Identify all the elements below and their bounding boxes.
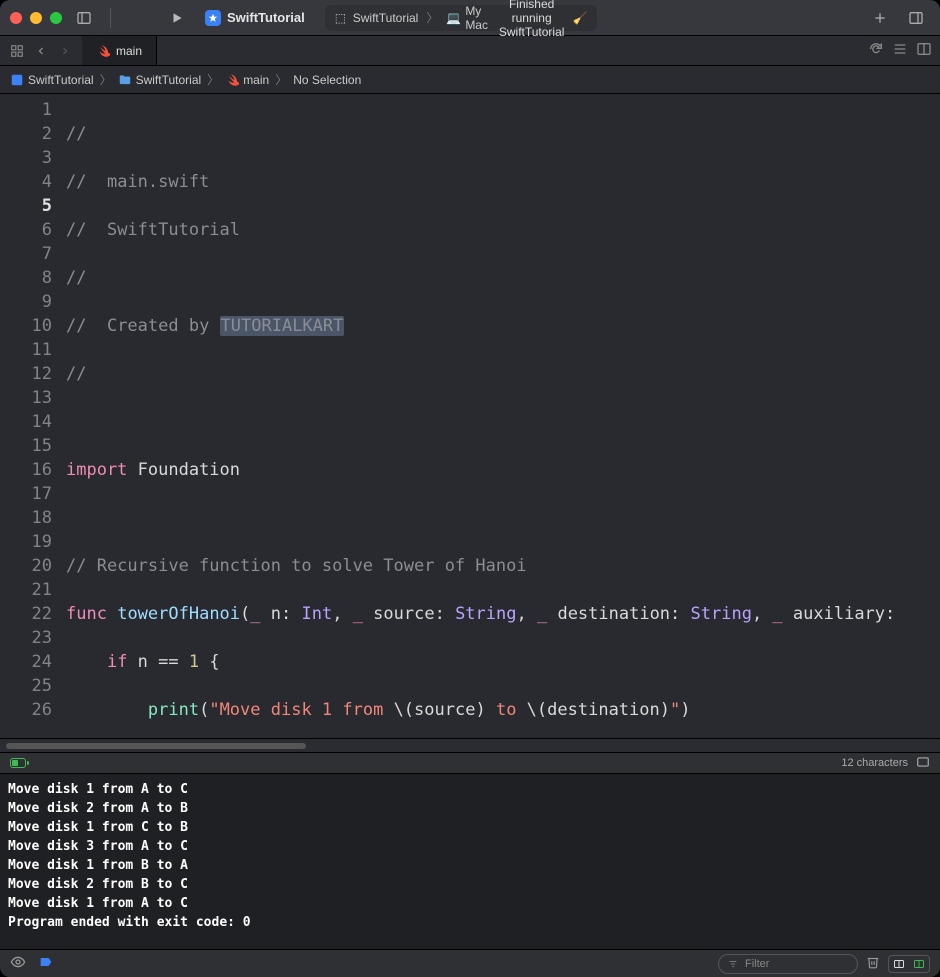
- scheme-selector[interactable]: SwiftTutorial: [205, 10, 305, 26]
- scheme-name: SwiftTutorial: [227, 10, 305, 25]
- close-window-button[interactable]: [10, 12, 22, 24]
- refresh-icon[interactable]: [868, 41, 884, 60]
- code-text: //: [66, 124, 86, 144]
- tab-title: main: [116, 44, 142, 58]
- console-filter-input[interactable]: Filter: [718, 954, 858, 974]
- zoom-window-button[interactable]: [50, 12, 62, 24]
- related-items-button[interactable]: [6, 40, 28, 62]
- nav-back-button[interactable]: [30, 40, 52, 62]
- jump-selection[interactable]: No Selection: [293, 73, 361, 87]
- toggle-navigator-button[interactable]: [70, 6, 98, 30]
- nav-forward-button[interactable]: [54, 40, 76, 62]
- jump-project-label: SwiftTutorial: [28, 73, 94, 87]
- jump-file-label: main: [243, 73, 269, 87]
- build-status: Finished running SwiftTutorial: [499, 0, 565, 39]
- jump-project[interactable]: SwiftTutorial: [10, 73, 94, 87]
- jump-bar[interactable]: SwiftTutorial 〉 SwiftTutorial 〉 main 〉 N…: [0, 66, 940, 94]
- selected-text: TUTORIALKART: [220, 316, 345, 336]
- output-view-button[interactable]: [916, 755, 930, 772]
- source-code[interactable]: // // main.swift // SwiftTutorial // // …: [62, 94, 940, 738]
- activity-viewer[interactable]: ⬚ SwiftTutorial 〉 💻 My Mac Finished runn…: [325, 5, 598, 31]
- horizontal-scrollbar[interactable]: [0, 738, 940, 752]
- library-button[interactable]: [902, 6, 930, 30]
- auto-toggle-button[interactable]: [10, 954, 26, 973]
- clean-icon: 🧹: [572, 11, 587, 25]
- window-controls: [10, 12, 62, 24]
- divider: [110, 8, 111, 28]
- minimize-window-button[interactable]: [30, 12, 42, 24]
- energy-indicator-icon: [10, 758, 26, 768]
- jump-group[interactable]: SwiftTutorial: [118, 73, 202, 87]
- tab-bar-nav: [0, 36, 82, 65]
- console-output[interactable]: Move disk 1 from A to C Move disk 2 from…: [0, 774, 940, 949]
- selection-count: 12 characters: [841, 757, 908, 769]
- debug-bottom-bar: Filter: [0, 949, 940, 977]
- run-button[interactable]: [163, 6, 191, 30]
- variables-pane-button[interactable]: [889, 956, 909, 972]
- swift-icon: [96, 44, 110, 58]
- mac-icon: 💻: [446, 11, 461, 25]
- folder-icon: [118, 73, 132, 87]
- project-icon: [10, 73, 24, 87]
- jump-file[interactable]: main: [225, 73, 269, 87]
- editor-area: 1234567891011121314151617181920212223242…: [0, 94, 940, 977]
- add-editor-button[interactable]: [916, 41, 932, 60]
- console-pane-button[interactable]: [909, 956, 929, 972]
- breakpoint-toggle-button[interactable]: [38, 954, 54, 973]
- chevron-right-icon: 〉: [100, 71, 112, 88]
- add-tab-button[interactable]: [866, 6, 894, 30]
- debug-bar: 12 characters: [0, 752, 940, 774]
- jump-selection-label: No Selection: [293, 73, 361, 87]
- chevron-right-icon: 〉: [426, 9, 438, 26]
- scrollbar-thumb[interactable]: [6, 743, 306, 749]
- editor-options-button[interactable]: [892, 41, 908, 60]
- tab-bar: main: [0, 36, 940, 66]
- chevron-right-icon: 〉: [275, 71, 287, 88]
- destination-label: My Mac: [465, 4, 491, 32]
- tab-bar-actions: [860, 36, 940, 65]
- debug-area-panes: [888, 955, 930, 973]
- swift-icon: [225, 73, 239, 87]
- editor-tab-main[interactable]: main: [82, 36, 157, 65]
- chevron-right-icon: 〉: [207, 71, 219, 88]
- destination-segment: 💻 My Mac: [446, 4, 491, 32]
- scheme-label: SwiftTutorial: [353, 11, 419, 25]
- line-gutter: 1234567891011121314151617181920212223242…: [0, 94, 62, 738]
- jump-group-label: SwiftTutorial: [136, 73, 202, 87]
- clear-console-button[interactable]: [866, 955, 880, 972]
- filter-placeholder: Filter: [745, 958, 849, 970]
- titlebar: SwiftTutorial ⬚ SwiftTutorial 〉 💻 My Mac…: [0, 0, 940, 36]
- source-editor[interactable]: 1234567891011121314151617181920212223242…: [0, 94, 940, 738]
- app-icon: [205, 10, 221, 26]
- scheme-segment: ⬚ SwiftTutorial: [335, 11, 419, 25]
- filter-icon: [727, 959, 739, 969]
- app-icon: ⬚: [335, 11, 349, 25]
- xcode-window: SwiftTutorial ⬚ SwiftTutorial 〉 💻 My Mac…: [0, 0, 940, 977]
